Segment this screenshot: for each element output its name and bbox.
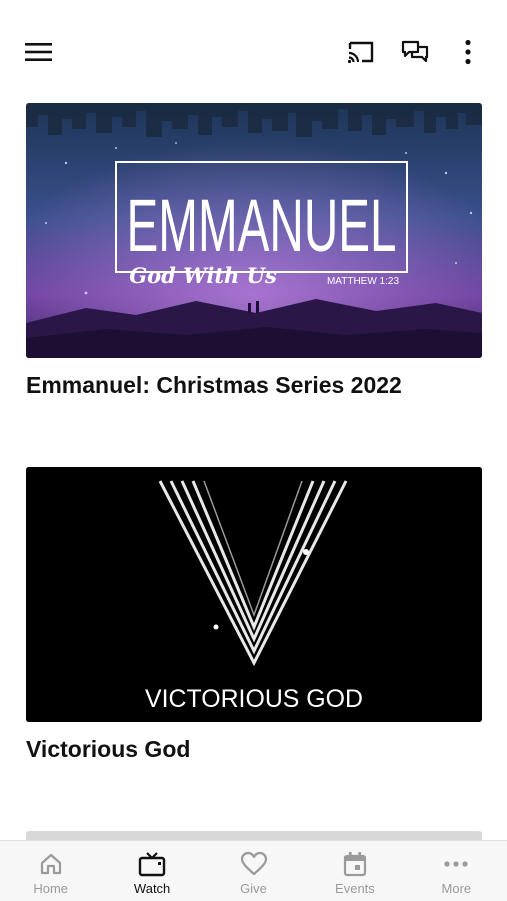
victorious-god-art-title: VICTORIOUS GOD (145, 685, 363, 713)
tab-give[interactable]: Give (203, 841, 304, 901)
top-app-bar (0, 0, 507, 95)
heart-icon (240, 851, 267, 876)
calendar-icon (343, 852, 367, 877)
series-title[interactable]: Emmanuel: Christmas Series 2022 (26, 372, 482, 399)
hamburger-menu-icon[interactable] (21, 34, 57, 70)
cast-icon[interactable] (343, 34, 379, 70)
series-thumbnail-partial[interactable] (26, 831, 482, 840)
tab-home[interactable]: Home (0, 841, 101, 901)
series-card-partial[interactable] (26, 831, 482, 840)
emmanuel-art-reference: MATTHEW 1:23 (327, 276, 399, 287)
tab-events[interactable]: Events (304, 841, 405, 901)
media-list[interactable]: EMMANUEL God With Us MATTHEW 1:23 Emmanu… (0, 95, 507, 840)
series-card-victorious-god[interactable]: VICTORIOUS GOD Victorious God (26, 467, 482, 763)
emmanuel-art-subtitle: God With Us (129, 263, 277, 288)
home-icon (40, 853, 61, 875)
horizontal-dots-icon (444, 861, 468, 867)
tab-events-label: Events (335, 881, 375, 896)
tab-more-label: More (441, 881, 472, 896)
bottom-tab-bar: Home Watch Give Events More (0, 840, 507, 901)
chat-bubbles-icon[interactable] (397, 34, 433, 70)
series-card-emmanuel[interactable]: EMMANUEL God With Us MATTHEW 1:23 Emmanu… (26, 103, 482, 399)
vertical-dots-icon[interactable] (450, 34, 486, 70)
tab-watch[interactable]: Watch (101, 841, 202, 901)
series-title[interactable]: Victorious God (26, 736, 482, 763)
tab-watch-label: Watch (133, 881, 171, 896)
series-thumbnail-victorious-god[interactable]: VICTORIOUS GOD (26, 467, 482, 722)
tab-more[interactable]: More (406, 841, 507, 901)
series-thumbnail-emmanuel[interactable]: EMMANUEL God With Us MATTHEW 1:23 (26, 103, 482, 358)
tab-give-label: Give (240, 881, 267, 896)
tab-home-label: Home (33, 881, 69, 896)
tv-icon (138, 852, 166, 877)
emmanuel-art-title: EMMANUEL (127, 184, 397, 267)
